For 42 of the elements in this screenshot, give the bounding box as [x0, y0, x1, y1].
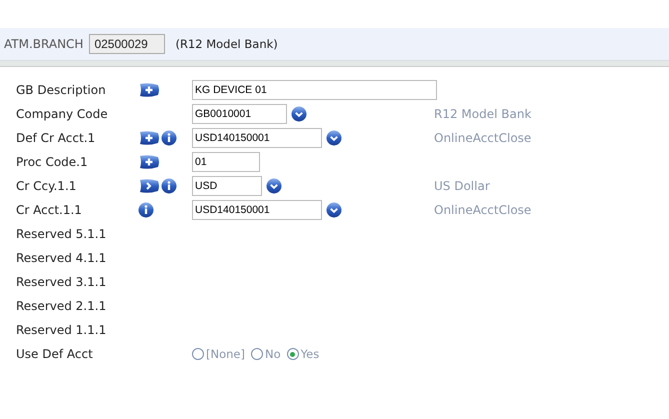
- input-field[interactable]: USD140150001: [192, 200, 322, 220]
- info-icon[interactable]: [138, 202, 154, 218]
- arrow-tab-icon[interactable]: [138, 178, 160, 194]
- info-icon[interactable]: [161, 130, 177, 146]
- dropdown-icon[interactable]: [326, 202, 342, 218]
- radio-button[interactable]: [192, 348, 204, 360]
- field-label: Proc Code.1: [16, 155, 89, 169]
- field-label: Reserved 4.1.1: [16, 251, 108, 265]
- plus-tab-icon[interactable]: [138, 154, 160, 170]
- field-label: Reserved 2.1.1: [16, 299, 108, 313]
- radio-button[interactable]: [286, 348, 299, 360]
- input-field[interactable]: KG DEVICE 01: [192, 80, 437, 100]
- info-icon[interactable]: [161, 178, 177, 194]
- input-field[interactable]: USD: [192, 176, 262, 196]
- field-description: R12 Model Bank: [433, 107, 532, 121]
- field-label: GB Description: [16, 83, 107, 97]
- plus-tab-icon[interactable]: [138, 82, 160, 98]
- dropdown-icon[interactable]: [291, 106, 307, 122]
- dropdown-icon[interactable]: [266, 178, 282, 194]
- field-label: Cr Acct.1.1: [16, 203, 83, 217]
- plus-tab-icon[interactable]: [138, 130, 160, 146]
- field-description: US Dollar: [433, 179, 491, 193]
- field-label: Use Def Acct: [16, 347, 94, 361]
- record-id-field[interactable]: 02500029: [89, 34, 166, 54]
- field-label: Company Code: [16, 107, 109, 121]
- radio-label: Yes: [300, 347, 320, 361]
- radio-button[interactable]: [250, 348, 263, 360]
- field-label: Reserved 5.1.1: [16, 227, 108, 241]
- input-field[interactable]: USD140150001: [192, 128, 322, 148]
- company-name: (R12 Model Bank): [175, 37, 278, 51]
- field-label: Def Cr Acct.1: [16, 131, 96, 145]
- record-label: ATM.BRANCH: [4, 37, 84, 51]
- radio-label: No: [264, 347, 281, 361]
- input-field[interactable]: GB0010001: [192, 104, 287, 124]
- field-label: Cr Ccy.1.1: [16, 179, 78, 193]
- dropdown-icon[interactable]: [326, 130, 342, 146]
- field-label: Reserved 3.1.1: [16, 275, 108, 289]
- input-field[interactable]: 01: [192, 152, 260, 172]
- radio-label: [None]: [206, 347, 245, 361]
- field-description: OnlineAcctClose: [433, 203, 532, 217]
- field-label: Reserved 1.1.1: [16, 323, 108, 337]
- field-description: OnlineAcctClose: [433, 131, 532, 145]
